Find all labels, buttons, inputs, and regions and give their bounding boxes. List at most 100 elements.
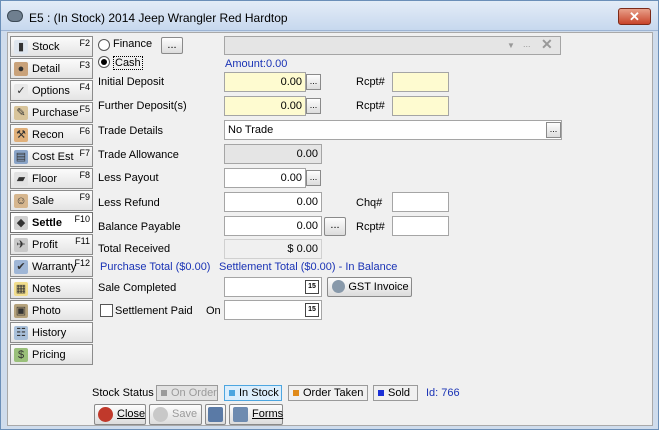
status-sold-button[interactable]: Sold [373, 385, 418, 401]
total-received-label: Total Received [98, 243, 171, 255]
sidebar-item-label: Pricing [32, 349, 66, 361]
sidebar-item-sale[interactable]: ☺ Sale F9 [10, 190, 93, 211]
balance-payable-input[interactable]: 0.00 [224, 216, 322, 236]
finance-browse-button[interactable]: ... [161, 37, 183, 54]
status-label: In Stock [239, 387, 279, 399]
recon-icon: ⚒ [14, 128, 28, 142]
sidebar-item-label: Warranty [32, 261, 77, 273]
initial-deposit-input[interactable]: 0.00 [224, 72, 306, 92]
sidebar-item-options[interactable]: ✓ Options F4 [10, 80, 93, 101]
shortcut-key: F5 [79, 104, 90, 114]
sidebar-item-label: Options [32, 85, 70, 97]
status-order-taken-button[interactable]: Order Taken [288, 385, 368, 401]
shortcut-key: F10 [74, 214, 90, 224]
settlement-paid-label: Settlement Paid [115, 305, 193, 317]
window-close-button[interactable]: ✕ [618, 8, 651, 25]
calendar-icon[interactable]: 15 [305, 303, 319, 317]
save-button[interactable]: Save [149, 404, 202, 425]
balance-payable-ellipsis-button[interactable]: ... [324, 217, 346, 236]
calendar-icon[interactable]: 15 [305, 280, 319, 294]
initial-deposit-ellipsis-button[interactable]: ... [306, 74, 321, 90]
settle-icon: ◆ [14, 216, 28, 230]
rcpt-label-2: Rcpt# [356, 100, 385, 112]
shortcut-key: F6 [79, 126, 90, 136]
sidebar-item-floor[interactable]: ▰ Floor F8 [10, 168, 93, 189]
sidebar-item-detail[interactable]: ● Detail F3 [10, 58, 93, 79]
notes-icon: ▦ [14, 282, 28, 296]
shortcut-key: F12 [74, 258, 90, 268]
rcpt-input-3[interactable] [392, 216, 449, 236]
print-button[interactable] [205, 404, 226, 425]
trade-details-ellipsis-button[interactable]: ... [546, 122, 561, 138]
sidebar-item-profit[interactable]: ✈ Profit F11 [10, 234, 93, 255]
sidebar-item-cost-est[interactable]: ▤ Cost Est F7 [10, 146, 93, 167]
clear-icon[interactable]: ✕ [541, 36, 553, 53]
close-label: Close [117, 408, 146, 420]
profit-icon: ✈ [14, 238, 28, 252]
close-circle-icon [98, 407, 113, 422]
status-label: Order Taken [303, 387, 364, 399]
rcpt-label-3: Rcpt# [356, 221, 385, 233]
trade-details-field[interactable]: No Trade [224, 120, 562, 140]
shortcut-key: F2 [79, 38, 90, 48]
disabled-ellipsis-icon: ... [523, 39, 531, 49]
further-deposit-ellipsis-button[interactable]: ... [306, 98, 321, 114]
less-payout-input[interactable]: 0.00 [224, 168, 306, 188]
further-deposit-input[interactable]: 0.00 [224, 96, 306, 116]
status-label: On Order [171, 387, 217, 399]
app-icon [7, 10, 23, 22]
invoice-icon [332, 280, 345, 293]
printer-icon [208, 407, 223, 422]
sale-icon: ☺ [14, 194, 28, 208]
window-title: E5 : (In Stock) 2014 Jeep Wrangler Red H… [29, 11, 288, 25]
sidebar-item-photo[interactable]: ▣ Photo [10, 300, 93, 321]
rcpt-input-1[interactable] [392, 72, 449, 92]
sidebar-item-recon[interactable]: ⚒ Recon F6 [10, 124, 93, 145]
finance-radio[interactable] [98, 39, 110, 51]
trade-allowance-field: 0.00 [224, 144, 322, 164]
rcpt-input-2[interactable] [392, 96, 449, 116]
chq-label: Chq# [356, 197, 383, 209]
sidebar-item-warranty[interactable]: ✔ Warranty F12 [10, 256, 93, 277]
sidebar-item-settle[interactable]: ◆ Settle F10 [10, 212, 93, 233]
floor-icon: ▰ [14, 172, 28, 186]
shortcut-key: F11 [75, 236, 90, 246]
stock-status-label: Stock Status [92, 387, 154, 399]
shortcut-key: F3 [79, 60, 90, 70]
settlement-paid-checkbox[interactable] [100, 304, 113, 317]
sidebar-item-label: Cost Est [32, 151, 74, 163]
sidebar-item-label: History [32, 327, 67, 339]
total-received-value: $ 0.00 [224, 239, 322, 259]
title-bar[interactable]: E5 : (In Stock) 2014 Jeep Wrangler Red H… [1, 1, 658, 31]
forms-button[interactable]: Forms [229, 404, 283, 425]
sidebar-item-pricing[interactable]: $ Pricing [10, 344, 93, 365]
less-refund-input[interactable]: 0.00 [224, 192, 322, 212]
further-deposit-label: Further Deposit(s) [98, 100, 187, 112]
gst-invoice-button[interactable]: GST Invoice [327, 277, 412, 297]
cost-est-icon: ▤ [14, 150, 28, 164]
cash-radio[interactable] [98, 56, 110, 68]
less-payout-ellipsis-button[interactable]: ... [306, 170, 321, 186]
dropdown-arrow-icon[interactable]: ▼ [507, 41, 515, 50]
sidebar-item-label: Stock [32, 41, 60, 53]
warranty-icon: ✔ [14, 260, 28, 274]
status-in-stock-button[interactable]: In Stock [224, 385, 282, 401]
rcpt-label-1: Rcpt# [356, 76, 385, 88]
status-on-order-button[interactable]: On Order [156, 385, 218, 401]
sidebar-item-label: Profit [32, 239, 58, 251]
forms-label: Forms [252, 408, 284, 420]
sidebar-item-purchase[interactable]: ✎ Purchase F5 [10, 102, 93, 123]
close-button[interactable]: Close [94, 404, 146, 425]
status-label: Sold [388, 387, 411, 399]
sidebar-item-history[interactable]: ☷ History [10, 322, 93, 343]
sidebar-item-label: Recon [32, 129, 64, 141]
sidebar-item-notes[interactable]: ▦ Notes [10, 278, 93, 299]
initial-deposit-label: Initial Deposit [98, 76, 165, 88]
status-dot-icon [229, 390, 235, 396]
forms-icon [233, 407, 248, 422]
sidebar-item-stock[interactable]: ▮ Stock F2 [10, 36, 93, 57]
status-dot-icon [293, 390, 299, 396]
gst-invoice-label: GST Invoice [348, 281, 409, 293]
chq-input[interactable] [392, 192, 449, 212]
client-area: ▮ Stock F2 ● Detail F3 ✓ Options F4 ✎ Pu… [7, 32, 653, 426]
